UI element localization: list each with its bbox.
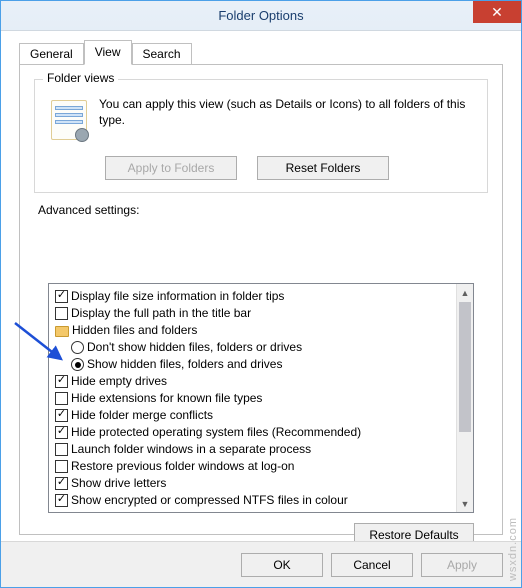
adv-item-label: Hide folder merge conflicts [71, 407, 213, 424]
adv-item-label: Show encrypted or compressed NTFS files … [71, 492, 348, 509]
adv-item-label: Hide extensions for known file types [71, 390, 262, 407]
adv-item-label: Hidden files and folders [72, 322, 197, 339]
advanced-settings-list: Display file size information in folder … [48, 283, 474, 513]
folder-views-description: You can apply this view (such as Details… [99, 94, 477, 142]
adv-item-label: Display file size information in folder … [71, 288, 284, 305]
advanced-settings-tree[interactable]: Display file size information in folder … [49, 284, 456, 512]
adv-item-11[interactable]: Show drive letters [53, 475, 454, 492]
tab-view[interactable]: View [84, 40, 132, 65]
adv-item-9[interactable]: Launch folder windows in a separate proc… [53, 441, 454, 458]
adv-item-5[interactable]: Hide empty drives [53, 373, 454, 390]
close-button[interactable]: ✕ [473, 1, 521, 23]
radio-icon[interactable] [71, 358, 84, 371]
checkbox-icon[interactable] [55, 477, 68, 490]
folder-views-group: Folder views You can apply this view (su… [34, 79, 488, 193]
checkbox-icon[interactable] [55, 375, 68, 388]
radio-icon[interactable] [71, 341, 84, 354]
adv-item-2[interactable]: Hidden files and folders [53, 322, 454, 339]
titlebar: Folder Options ✕ [1, 1, 521, 31]
ok-button[interactable]: OK [241, 553, 323, 577]
adv-item-label: Launch folder windows in a separate proc… [71, 441, 311, 458]
scroll-up-button[interactable]: ▲ [457, 284, 473, 301]
tab-panel-view: Folder views You can apply this view (su… [19, 64, 503, 535]
close-icon: ✕ [491, 4, 503, 21]
adv-item-label: Show drive letters [71, 475, 166, 492]
adv-item-10[interactable]: Restore previous folder windows at log-o… [53, 458, 454, 475]
client-area: General View Search Folder views You can… [1, 31, 521, 587]
checkbox-icon[interactable] [55, 426, 68, 439]
window-title: Folder Options [218, 8, 303, 23]
adv-item-4[interactable]: Show hidden files, folders and drives [53, 356, 454, 373]
checkbox-icon[interactable] [55, 443, 68, 456]
tab-search[interactable]: Search [132, 43, 192, 65]
scroll-thumb[interactable] [459, 302, 471, 432]
cancel-button[interactable]: Cancel [331, 553, 413, 577]
adv-item-label: Hide protected operating system files (R… [71, 424, 361, 441]
folder-views-legend: Folder views [43, 71, 118, 85]
folder-icon [55, 326, 69, 337]
checkbox-icon[interactable] [55, 409, 68, 422]
scrollbar[interactable]: ▲ ▼ [456, 284, 473, 512]
checkbox-icon[interactable] [55, 290, 68, 303]
dialog-button-bar: OK Cancel Apply [1, 541, 521, 587]
adv-item-label: Show hidden files, folders and drives [87, 356, 282, 373]
adv-item-label: Hide empty drives [71, 373, 167, 390]
tab-strip: General View Search [19, 41, 521, 64]
checkbox-icon[interactable] [55, 392, 68, 405]
apply-to-folders-button[interactable]: Apply to Folders [105, 156, 237, 180]
folder-options-window: Folder Options ✕ General View Search Fol… [0, 0, 522, 588]
adv-item-8[interactable]: Hide protected operating system files (R… [53, 424, 454, 441]
scroll-down-button[interactable]: ▼ [457, 495, 473, 512]
adv-item-label: Restore previous folder windows at log-o… [71, 458, 294, 475]
adv-item-label: Display the full path in the title bar [71, 305, 251, 322]
tab-general[interactable]: General [19, 43, 84, 65]
adv-item-7[interactable]: Hide folder merge conflicts [53, 407, 454, 424]
apply-button[interactable]: Apply [421, 553, 503, 577]
reset-folders-button[interactable]: Reset Folders [257, 156, 389, 180]
adv-item-label: Don't show hidden files, folders or driv… [87, 339, 302, 356]
adv-item-0[interactable]: Display file size information in folder … [53, 288, 454, 305]
checkbox-icon[interactable] [55, 494, 68, 507]
checkbox-icon[interactable] [55, 460, 68, 473]
adv-item-12[interactable]: Show encrypted or compressed NTFS files … [53, 492, 454, 509]
folder-views-icon [47, 98, 91, 142]
advanced-settings-label: Advanced settings: [38, 203, 502, 217]
adv-item-1[interactable]: Display the full path in the title bar [53, 305, 454, 322]
adv-item-6[interactable]: Hide extensions for known file types [53, 390, 454, 407]
checkbox-icon[interactable] [55, 307, 68, 320]
adv-item-3[interactable]: Don't show hidden files, folders or driv… [53, 339, 454, 356]
